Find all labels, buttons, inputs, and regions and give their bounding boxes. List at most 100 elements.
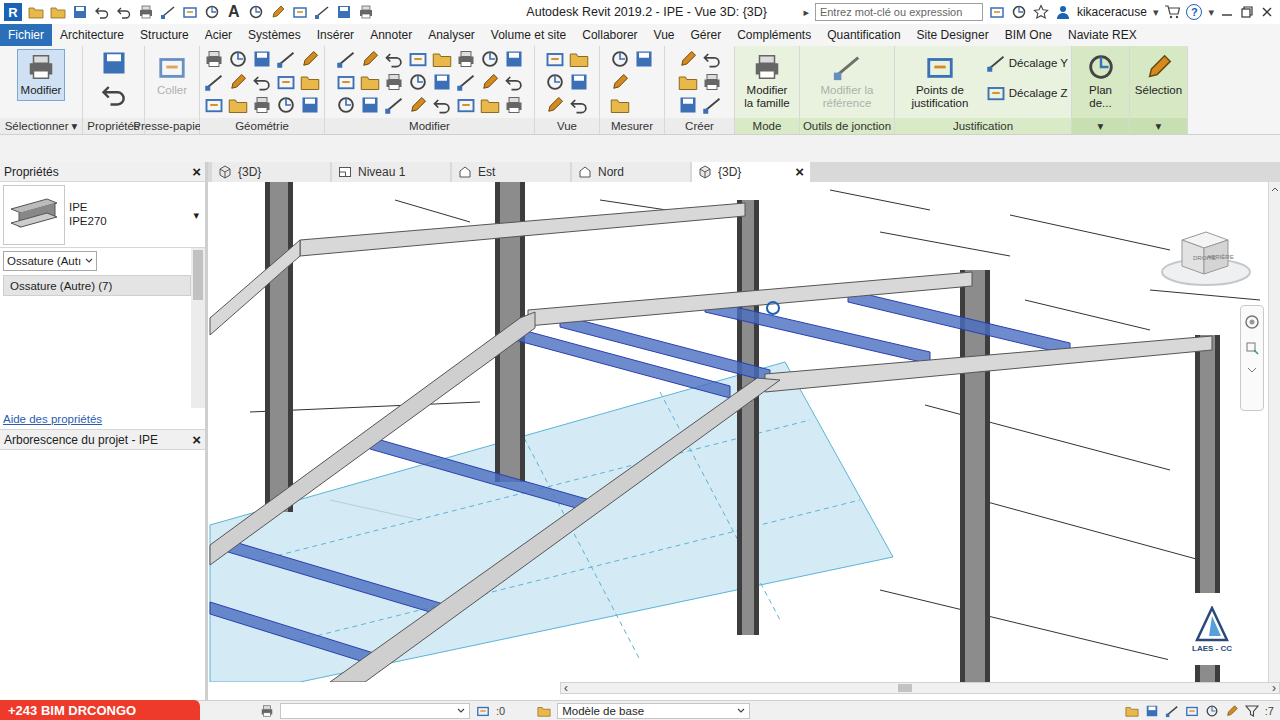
selected-purlin[interactable] bbox=[848, 290, 1070, 355]
print-icon[interactable] bbox=[26, 52, 56, 82]
save-icon[interactable] bbox=[360, 95, 380, 115]
steering-wheel-icon[interactable] bbox=[1244, 314, 1260, 330]
print-icon[interactable] bbox=[138, 4, 154, 20]
save-icon[interactable] bbox=[1145, 704, 1159, 718]
folder-icon[interactable] bbox=[610, 95, 630, 115]
undo-icon[interactable] bbox=[432, 95, 452, 115]
pencil-icon[interactable] bbox=[408, 95, 428, 115]
user-name[interactable]: kikaceracuse bbox=[1077, 5, 1147, 19]
restore-icon[interactable] bbox=[1240, 5, 1254, 19]
scroll-right-button[interactable]: › bbox=[1272, 683, 1276, 693]
ribbon-panel-label[interactable]: ▾ bbox=[1072, 118, 1129, 134]
ribbon-tab[interactable]: Compléments bbox=[729, 24, 819, 46]
ribbon-button[interactable]: Points de justification bbox=[898, 49, 982, 114]
folder-icon[interactable] bbox=[432, 49, 452, 69]
folder-icon[interactable] bbox=[28, 4, 44, 20]
steel-beam[interactable] bbox=[300, 203, 745, 256]
app-logo[interactable]: R bbox=[4, 3, 22, 21]
shape-icon[interactable] bbox=[476, 704, 490, 718]
undo-icon[interactable] bbox=[384, 49, 404, 69]
chevron-down-icon[interactable] bbox=[457, 708, 465, 714]
minimize-icon[interactable] bbox=[1220, 5, 1234, 19]
ribbon-tab[interactable]: Systèmes bbox=[240, 24, 309, 46]
chevron-down-icon[interactable] bbox=[85, 258, 93, 264]
circle-icon[interactable] bbox=[545, 72, 565, 92]
selected-purlin[interactable] bbox=[228, 540, 450, 618]
save-icon[interactable] bbox=[336, 4, 352, 20]
ribbon-small-button[interactable]: Décalage Y bbox=[986, 53, 1068, 73]
pencil-icon[interactable] bbox=[300, 49, 320, 69]
view-tab[interactable]: Nord bbox=[572, 162, 690, 182]
category-filter[interactable]: Ossature (Autı bbox=[3, 251, 97, 271]
view-tab[interactable]: {3D}× bbox=[692, 162, 810, 182]
line-icon[interactable] bbox=[702, 95, 722, 115]
view-cube-face[interactable]: ARRIÈRE bbox=[1207, 254, 1234, 260]
shape-icon[interactable] bbox=[456, 95, 476, 115]
ribbon-button[interactable]: Sélection bbox=[1131, 49, 1186, 101]
circle-icon[interactable] bbox=[1011, 4, 1027, 20]
viewport-3d[interactable]: DROITEARRIÈRELAES - CC bbox=[208, 182, 1268, 682]
line-icon[interactable] bbox=[314, 4, 330, 20]
shape-icon[interactable] bbox=[545, 49, 565, 69]
type-selector[interactable]: IPEIPE270▾ bbox=[0, 182, 205, 248]
circle-icon[interactable] bbox=[480, 49, 500, 69]
view-tab[interactable]: Est bbox=[452, 162, 570, 182]
star-icon[interactable] bbox=[1033, 4, 1049, 20]
save-icon[interactable] bbox=[634, 49, 654, 69]
save-icon[interactable] bbox=[300, 95, 320, 115]
print-icon[interactable] bbox=[504, 95, 524, 115]
line-icon[interactable] bbox=[160, 4, 176, 20]
undo-icon[interactable] bbox=[569, 95, 589, 115]
line-icon[interactable] bbox=[276, 49, 296, 69]
view-cube-icon[interactable]: DROITEARRIÈRE bbox=[1160, 222, 1252, 290]
selected-purlin[interactable] bbox=[560, 315, 770, 382]
search-field[interactable]: Entrez mot-clé ou expression bbox=[815, 3, 983, 21]
circle-icon[interactable] bbox=[276, 95, 296, 115]
shape-icon[interactable] bbox=[986, 83, 1006, 103]
circle-icon[interactable] bbox=[248, 4, 264, 20]
print-icon[interactable] bbox=[456, 49, 476, 69]
expand-arrow[interactable]: ▸ bbox=[803, 6, 809, 19]
help-button[interactable]: ? bbox=[1186, 4, 1202, 20]
properties-scrollbar[interactable] bbox=[191, 248, 205, 408]
pencil-icon[interactable] bbox=[228, 72, 248, 92]
save-icon[interactable] bbox=[678, 95, 698, 115]
pencil-icon[interactable] bbox=[1225, 704, 1239, 718]
folder-icon[interactable] bbox=[50, 4, 66, 20]
print-icon[interactable] bbox=[384, 72, 404, 92]
save-icon[interactable] bbox=[432, 72, 452, 92]
vertical-scrollbar[interactable] bbox=[1268, 182, 1280, 682]
save-icon[interactable] bbox=[100, 49, 128, 77]
user-menu-caret[interactable]: ▾ bbox=[1153, 6, 1159, 19]
chevron-down-icon[interactable] bbox=[737, 708, 745, 714]
ribbon-tab[interactable]: Gérer bbox=[682, 24, 729, 46]
print-icon[interactable] bbox=[752, 52, 782, 82]
pencil-icon[interactable] bbox=[1144, 52, 1174, 82]
circle-icon[interactable] bbox=[1205, 704, 1219, 718]
ribbon-tab[interactable]: Architecture bbox=[52, 24, 132, 46]
scroll-thumb[interactable] bbox=[898, 684, 912, 692]
design-option-dropdown[interactable]: Modèle de base bbox=[557, 703, 750, 719]
line-icon[interactable] bbox=[986, 53, 1006, 73]
undo-icon[interactable] bbox=[94, 4, 110, 20]
workset-dropdown[interactable] bbox=[280, 703, 470, 719]
ribbon-tab[interactable]: Collaborer bbox=[574, 24, 645, 46]
folder-icon[interactable] bbox=[360, 72, 380, 92]
pencil-icon[interactable] bbox=[678, 49, 698, 69]
undo-icon[interactable] bbox=[116, 4, 132, 20]
shape-icon[interactable] bbox=[925, 52, 955, 82]
folder-icon[interactable] bbox=[537, 704, 551, 718]
work-plane[interactable] bbox=[210, 362, 893, 682]
ribbon-tab[interactable]: Quantification bbox=[819, 24, 908, 46]
ribbon-tab[interactable]: Volume et site bbox=[483, 24, 574, 46]
view-tab[interactable]: {3D} bbox=[212, 162, 330, 182]
instance-row[interactable]: Ossature (Autre) (7) bbox=[3, 275, 191, 296]
scroll-up-icon[interactable] bbox=[1271, 186, 1279, 192]
print-icon[interactable] bbox=[358, 4, 374, 20]
ribbon-tab[interactable]: BIM One bbox=[997, 24, 1060, 46]
print-icon[interactable] bbox=[252, 95, 272, 115]
circle-icon[interactable] bbox=[336, 95, 356, 115]
undo-icon[interactable] bbox=[252, 72, 272, 92]
shape-icon[interactable] bbox=[292, 4, 308, 20]
undo-icon[interactable] bbox=[504, 72, 524, 92]
